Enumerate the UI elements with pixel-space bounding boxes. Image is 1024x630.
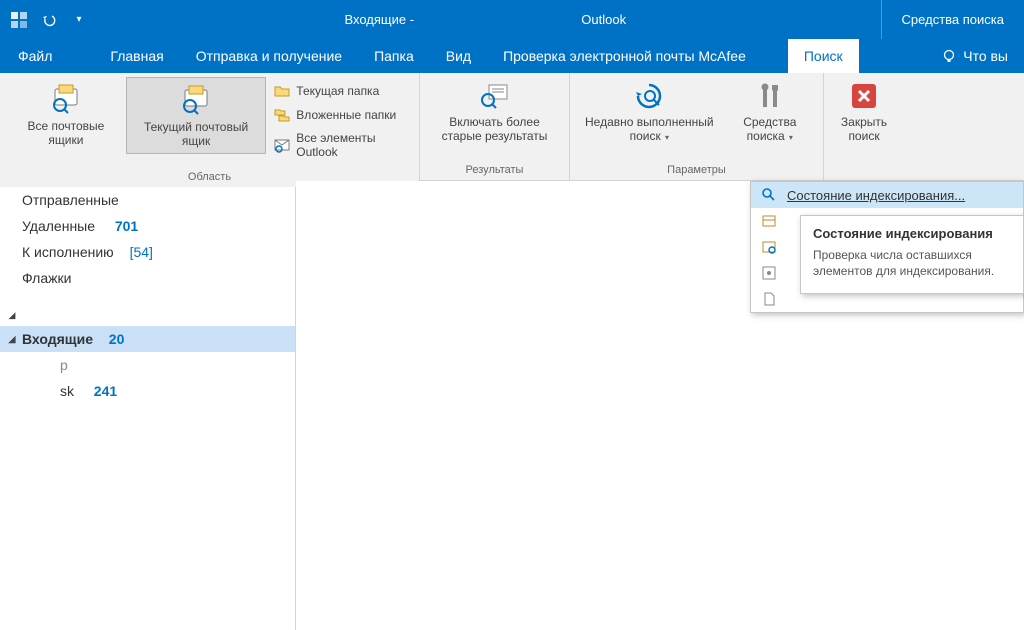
folder-inbox[interactable]: ◢Входящие 20 bbox=[0, 326, 295, 352]
folder-sent[interactable]: Отправленные bbox=[0, 187, 295, 213]
older-results-icon bbox=[479, 81, 511, 111]
tab-view[interactable]: Вид bbox=[430, 39, 487, 73]
recent-search-icon bbox=[632, 81, 666, 111]
all-mailboxes-button[interactable]: Все почтовые ящики bbox=[6, 77, 126, 152]
title-suffix: Outlook bbox=[581, 12, 626, 27]
search-options-icon bbox=[761, 265, 777, 281]
contextual-tab-label: Средства поиска bbox=[881, 0, 1024, 39]
undo-icon[interactable] bbox=[38, 9, 60, 31]
search-status-icon bbox=[761, 187, 777, 203]
include-older-button[interactable]: Включать более старые результаты bbox=[426, 77, 563, 148]
current-folder-button[interactable]: Текущая папка bbox=[270, 81, 409, 101]
folder-followup[interactable]: К исполнению [54] bbox=[0, 239, 295, 265]
qat-customize-icon[interactable]: ▾ bbox=[68, 9, 90, 31]
tooltip-indexing-status: Состояние индексирования Проверка числа … bbox=[800, 215, 1024, 294]
folder-flags[interactable]: Флажки bbox=[0, 265, 295, 291]
title-bar: ▾ Входящие - Outlook Средства поиска bbox=[0, 0, 1024, 39]
current-mailbox-button[interactable]: Текущий почтовый ящик bbox=[126, 77, 266, 154]
all-outlook-items-button[interactable]: Все элементы Outlook bbox=[270, 129, 409, 161]
tab-search[interactable]: Поиск bbox=[788, 39, 859, 73]
folder-pane: Отправленные Удаленные 701 К исполнению … bbox=[0, 181, 296, 630]
folder-icon bbox=[274, 83, 290, 99]
folder-sub-sk[interactable]: sk 241 bbox=[0, 378, 295, 404]
subfolders-icon bbox=[274, 107, 290, 123]
tools-icon bbox=[755, 81, 785, 111]
subfolders-button[interactable]: Вложенные папки bbox=[270, 105, 409, 125]
close-icon bbox=[849, 81, 879, 111]
advanced-find-icon bbox=[761, 239, 777, 255]
doc-icon bbox=[761, 291, 777, 307]
outlook-items-icon bbox=[274, 137, 290, 153]
tab-home[interactable]: Главная bbox=[94, 39, 179, 73]
tab-send-receive[interactable]: Отправка и получение bbox=[180, 39, 358, 73]
collapse-icon: ◢ bbox=[6, 334, 18, 345]
current-mailbox-icon bbox=[179, 82, 213, 116]
account-header[interactable]: ◢ bbox=[0, 305, 295, 326]
app-icon bbox=[8, 9, 30, 31]
tooltip-body: Проверка числа оставшихся элементов для … bbox=[813, 247, 1011, 279]
folder-deleted[interactable]: Удаленные 701 bbox=[0, 213, 295, 239]
close-search-button[interactable]: Закрыть поиск bbox=[830, 77, 898, 148]
ribbon: Все почтовые ящики Текущий почтовый ящик… bbox=[0, 73, 1024, 181]
chevron-down-icon: ▾ bbox=[787, 133, 793, 142]
group-options-label: Параметры bbox=[570, 162, 823, 180]
locations-icon bbox=[761, 213, 777, 229]
ribbon-tabs: Файл Главная Отправка и получение Папка … bbox=[0, 39, 1024, 73]
group-results-label: Результаты bbox=[420, 162, 569, 180]
tell-me[interactable]: Что вы bbox=[925, 39, 1024, 73]
menu-indexing-status[interactable]: Состояние индексирования... bbox=[751, 182, 1023, 208]
collapse-icon: ◢ bbox=[6, 310, 18, 321]
title-prefix: Входящие - bbox=[344, 12, 417, 27]
tab-folder[interactable]: Папка bbox=[358, 39, 430, 73]
folder-sub-1[interactable]: р bbox=[0, 352, 295, 378]
chevron-down-icon: ▾ bbox=[663, 133, 669, 142]
tooltip-title: Состояние индексирования bbox=[813, 226, 1011, 241]
tab-mcafee[interactable]: Проверка электронной почты McAfee bbox=[487, 39, 762, 73]
search-tools-button[interactable]: Средства поиска ▾ bbox=[723, 77, 817, 148]
recent-searches-button[interactable]: Недавно выполненный поиск ▾ bbox=[576, 77, 723, 148]
lightbulb-icon bbox=[941, 48, 957, 64]
mailbox-search-icon bbox=[49, 81, 83, 115]
tab-file[interactable]: Файл bbox=[0, 39, 70, 73]
